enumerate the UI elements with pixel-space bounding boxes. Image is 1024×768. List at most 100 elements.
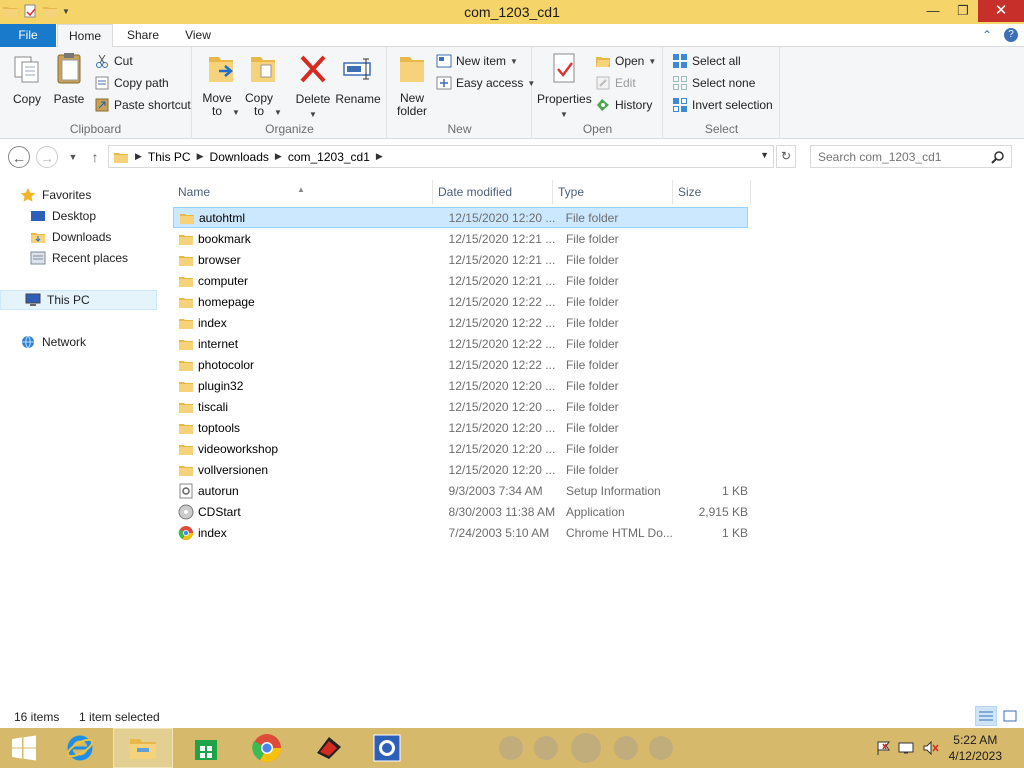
- column-header-type[interactable]: Type: [553, 180, 673, 204]
- file-row[interactable]: photocolor 12/15/2020 12:22 ... File folde…: [173, 354, 748, 375]
- nav-this-pc[interactable]: This PC: [0, 290, 157, 310]
- back-button[interactable]: ←: [8, 146, 30, 168]
- column-header-date-modified[interactable]: Date modified: [433, 180, 553, 204]
- file-row[interactable]: browser 12/15/2020 12:21 ... File folder: [173, 249, 748, 270]
- taskbar-store[interactable]: [176, 728, 236, 768]
- properties-button[interactable]: Properties ▼: [537, 51, 592, 120]
- file-row[interactable]: index 7/24/2003 5:10 AM Chrome HTML Do... 1…: [173, 522, 748, 543]
- start-button[interactable]: [0, 728, 48, 768]
- taskbar-internet-explorer[interactable]: [50, 728, 110, 768]
- easy-access-button[interactable]: Easy access ▼: [436, 73, 535, 93]
- file-row[interactable]: autorun 9/3/2003 7:34 AM Setup Information…: [173, 480, 748, 501]
- up-button[interactable]: ↑: [84, 146, 106, 168]
- file-row[interactable]: videoworkshop 12/15/2020 12:20 ... File fo…: [173, 438, 748, 459]
- invert-selection-icon: [673, 98, 687, 112]
- nav-downloads-label: Downloads: [52, 230, 112, 244]
- file-row[interactable]: index 12/15/2020 12:22 ... File folder: [173, 312, 748, 333]
- file-row[interactable]: vollversionen 12/15/2020 12:20 ... File fo…: [173, 459, 748, 480]
- breadcrumb-separator[interactable]: ▶: [275, 151, 282, 162]
- tab-file[interactable]: File: [0, 24, 56, 47]
- file-row[interactable]: homepage 12/15/2020 12:22 ... File folder: [173, 291, 748, 312]
- nav-network-label: Network: [42, 335, 87, 349]
- nav-desktop[interactable]: Desktop: [30, 206, 96, 226]
- paste-shortcut-button[interactable]: Paste shortcut: [94, 95, 191, 115]
- file-row[interactable]: bookmark 12/15/2020 12:21 ... File folder: [173, 228, 748, 249]
- new-folder-button[interactable]: New folder: [392, 51, 432, 118]
- tab-share[interactable]: Share: [115, 24, 171, 47]
- taskbar-app-red[interactable]: [299, 728, 359, 768]
- breadcrumb-separator[interactable]: ▶: [135, 151, 142, 162]
- breadcrumb-separator[interactable]: ▶: [376, 151, 383, 162]
- file-row[interactable]: computer 12/15/2020 12:21 ... File folder: [173, 270, 748, 291]
- system-clock[interactable]: 5:22 AM 4/12/2023: [949, 732, 1002, 764]
- nav-recent-places[interactable]: Recent places: [30, 248, 128, 268]
- breadcrumb-separator[interactable]: ▶: [197, 151, 204, 162]
- folder-icon: [179, 444, 193, 455]
- maximize-button[interactable]: ❐: [948, 0, 978, 22]
- help-icon[interactable]: ?: [1004, 28, 1018, 42]
- breadcrumb-downloads[interactable]: Downloads: [204, 150, 275, 164]
- invert-selection-label: Invert selection: [692, 98, 773, 112]
- rename-button[interactable]: Rename: [335, 51, 381, 106]
- file-name: videoworkshop: [198, 441, 279, 456]
- column-header-name[interactable]: Name ▲: [173, 180, 433, 204]
- paste-button[interactable]: Paste: [50, 51, 88, 106]
- chevron-down-icon: ▼: [510, 56, 518, 66]
- new-item-button[interactable]: New item ▼: [436, 51, 518, 71]
- file-row[interactable]: autohtml 12/15/2020 12:20 ... File folder: [173, 207, 748, 228]
- open-button[interactable]: Open ▼: [595, 51, 656, 71]
- tab-home[interactable]: Home: [57, 24, 113, 48]
- move-to-button[interactable]: Move to ▼: [201, 51, 241, 118]
- nav-network[interactable]: Network: [20, 332, 86, 352]
- search-icon[interactable]: [991, 150, 1005, 164]
- file-size: 2,915 KB: [698, 504, 748, 519]
- nav-favorites[interactable]: Favorites: [20, 185, 91, 205]
- address-bar[interactable]: ▶ This PC ▶ Downloads ▶ com_1203_cd1 ▶ ▼: [108, 145, 774, 168]
- chevron-up-icon[interactable]: ⌃: [982, 28, 992, 42]
- invert-selection-button[interactable]: Invert selection: [672, 95, 773, 115]
- nav-downloads[interactable]: Downloads: [30, 227, 111, 247]
- details-view-button[interactable]: [975, 706, 997, 726]
- file-type: File folder: [565, 273, 619, 288]
- file-row[interactable]: internet 12/15/2020 12:22 ... File folder: [173, 333, 748, 354]
- delete-button[interactable]: Delete ▼: [293, 51, 333, 120]
- cut-button[interactable]: Cut: [94, 51, 133, 71]
- breadcrumb-this-pc[interactable]: This PC: [142, 150, 197, 164]
- copy-path-button[interactable]: Copy path: [94, 73, 169, 93]
- file-row[interactable]: toptools 12/15/2020 12:20 ... File folder: [173, 417, 748, 438]
- large-icons-view-button[interactable]: [999, 706, 1021, 726]
- folder-icon: [180, 213, 194, 224]
- copy-button[interactable]: Copy: [8, 51, 46, 106]
- select-none-button[interactable]: Select none: [672, 73, 755, 93]
- edit-button[interactable]: Edit: [595, 73, 636, 93]
- tab-view[interactable]: View: [172, 24, 224, 47]
- taskbar-chrome[interactable]: [237, 728, 297, 768]
- forward-button[interactable]: →: [36, 146, 58, 168]
- network-status-icon[interactable]: [898, 740, 916, 756]
- volume-muted-icon[interactable]: [922, 740, 940, 756]
- file-row[interactable]: tiscali 12/15/2020 12:20 ... File folder: [173, 396, 748, 417]
- select-all-button[interactable]: Select all: [672, 51, 741, 71]
- action-center-flag-icon[interactable]: [874, 740, 892, 756]
- close-button[interactable]: ✕: [978, 0, 1024, 22]
- chevron-down-icon: ▼: [560, 110, 568, 119]
- recent-locations-button[interactable]: ▼: [62, 146, 84, 168]
- history-button[interactable]: History: [595, 95, 652, 115]
- downloads-folder-icon: [31, 233, 45, 243]
- address-history-button[interactable]: ▼: [760, 150, 769, 160]
- minimize-button[interactable]: —: [918, 0, 948, 22]
- taskbar: 5:22 AM 4/12/2023: [0, 728, 1024, 768]
- file-date-modified: 12/15/2020 12:21 ...: [448, 231, 556, 246]
- file-row[interactable]: CDStart 8/30/2003 11:38 AM Application 2,91…: [173, 501, 748, 522]
- taskbar-file-explorer[interactable]: [113, 728, 173, 768]
- search-box[interactable]: [810, 145, 1012, 168]
- column-header-size[interactable]: Size: [673, 180, 751, 204]
- refresh-button[interactable]: ↻: [776, 145, 796, 168]
- file-row[interactable]: plugin32 12/15/2020 12:20 ... File folder: [173, 375, 748, 396]
- breadcrumb-current-folder[interactable]: com_1203_cd1: [282, 150, 376, 164]
- recent-places-icon: [30, 251, 46, 265]
- taskbar-media-app[interactable]: [357, 728, 417, 768]
- file-date-modified: 12/15/2020 12:20 ...: [448, 399, 556, 414]
- search-input[interactable]: [811, 146, 981, 167]
- copy-to-button[interactable]: Copy to ▼: [243, 51, 283, 118]
